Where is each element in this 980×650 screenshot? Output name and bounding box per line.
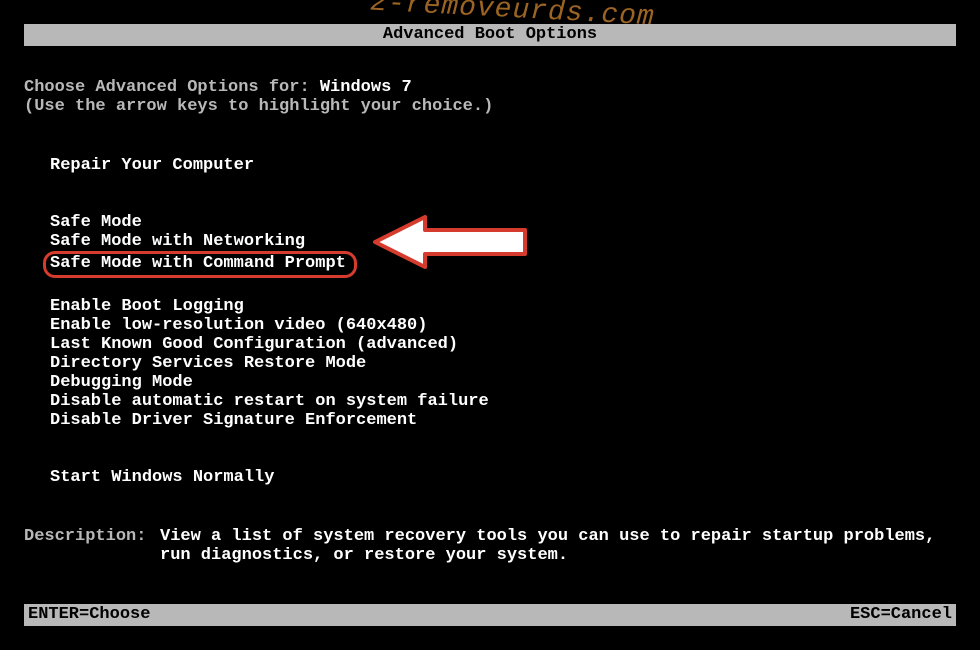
os-name: Windows 7	[320, 78, 412, 97]
description-label: Description:	[24, 527, 160, 565]
menu-low-res[interactable]: Enable low-resolution video (640x480)	[50, 316, 427, 335]
menu-safe-mode[interactable]: Safe Mode	[50, 213, 142, 232]
menu-disable-driver-sig[interactable]: Disable Driver Signature Enforcement	[50, 411, 417, 430]
menu-safe-mode-networking[interactable]: Safe Mode with Networking	[50, 232, 305, 251]
arrow-annotation-icon	[365, 212, 535, 278]
menu-disable-restart[interactable]: Disable automatic restart on system fail…	[50, 392, 489, 411]
description-text: View a list of system recovery tools you…	[160, 527, 956, 565]
menu-last-known[interactable]: Last Known Good Configuration (advanced)	[50, 335, 458, 354]
footer-enter: ENTER=Choose	[28, 604, 150, 626]
hint-line: (Use the arrow keys to highlight your ch…	[24, 97, 956, 116]
menu-boot-logging[interactable]: Enable Boot Logging	[50, 297, 244, 316]
footer-esc: ESC=Cancel	[850, 604, 952, 626]
menu-start-normal[interactable]: Start Windows Normally	[50, 468, 274, 487]
choose-line: Choose Advanced Options for: Windows 7	[24, 78, 956, 97]
title-bar: Advanced Boot Options	[24, 24, 956, 46]
menu-debugging[interactable]: Debugging Mode	[50, 373, 193, 392]
footer-bar: ENTER=Choose ESC=Cancel	[24, 604, 956, 626]
menu-area: Repair Your Computer Safe Mode Safe Mode…	[24, 156, 956, 487]
description-block: Description: View a list of system recov…	[24, 527, 956, 565]
menu-safe-mode-cmd[interactable]: Safe Mode with Command Prompt	[43, 251, 357, 278]
content-area: Choose Advanced Options for: Windows 7 (…	[24, 78, 956, 565]
menu-repair[interactable]: Repair Your Computer	[50, 156, 254, 175]
menu-dir-services[interactable]: Directory Services Restore Mode	[50, 354, 366, 373]
choose-prefix: Choose Advanced Options for:	[24, 78, 320, 97]
